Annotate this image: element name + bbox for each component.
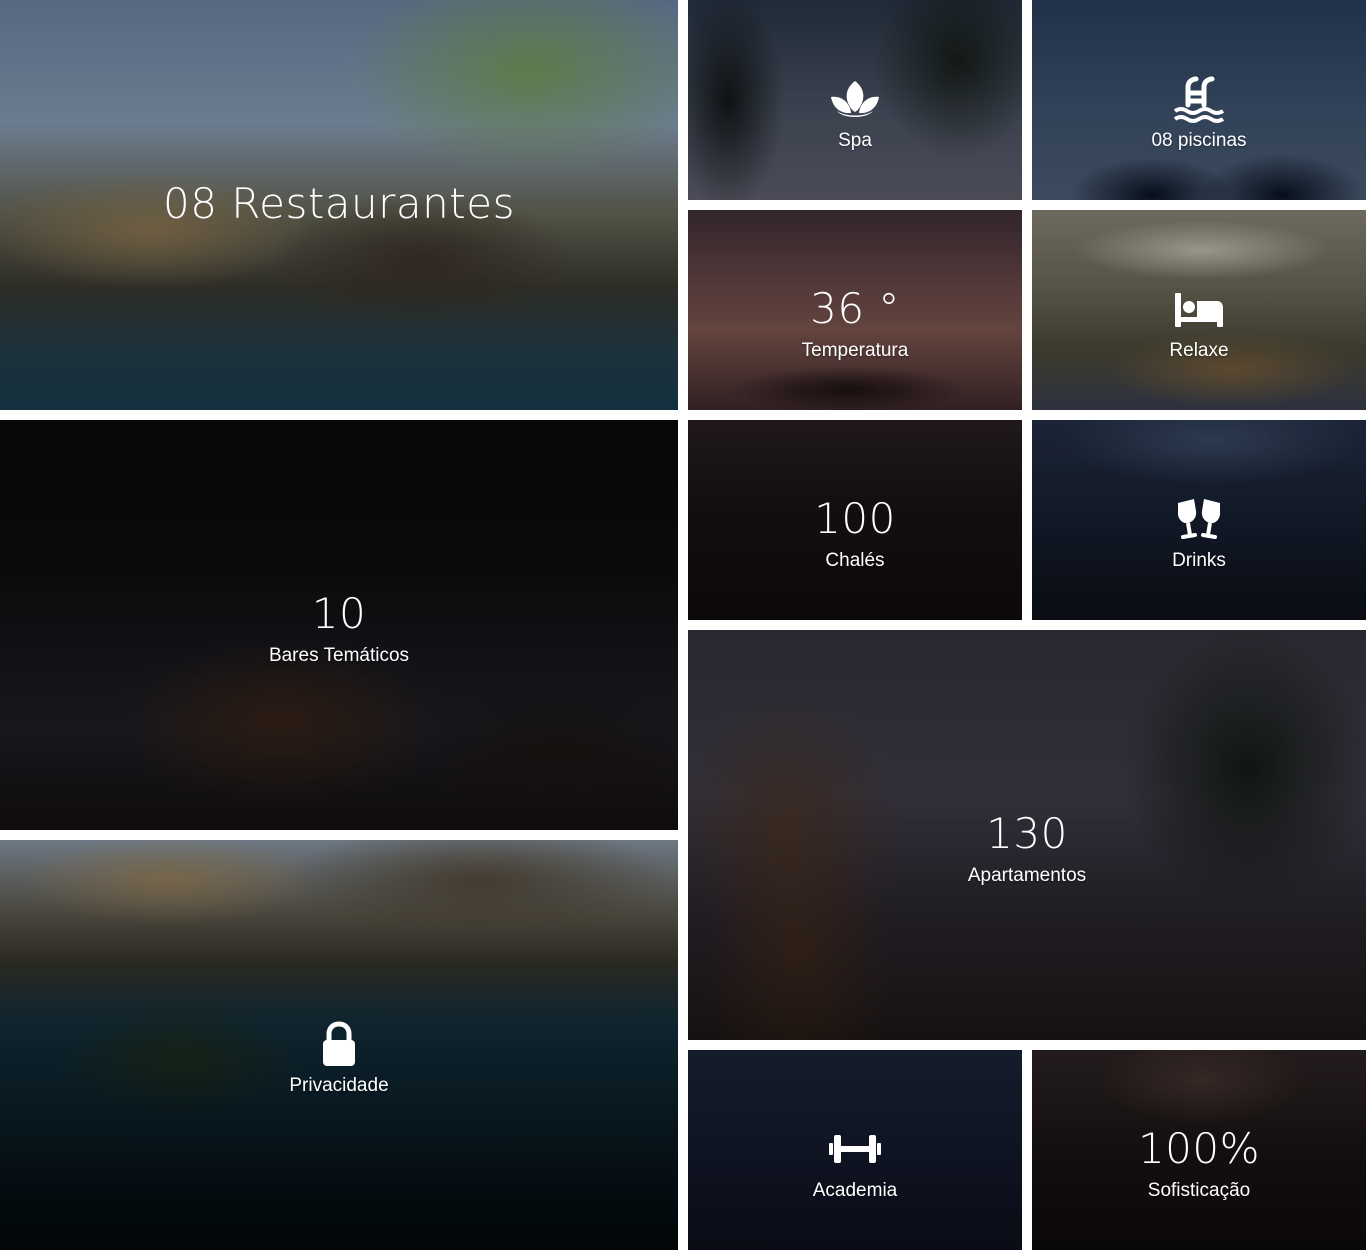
bares-label: Bares Temáticos [268,645,410,666]
piscinas-label: 08 piscinas [1151,130,1247,151]
lotus-icon [831,81,879,117]
tile-restaurantes[interactable]: 08 Restaurantes [0,0,678,410]
lock-icon [323,1021,355,1066]
dumbbell-icon [829,1135,881,1163]
tile-apartamentos[interactable]: 130 Apartamentos [688,630,1366,1040]
tile-spa[interactable]: Spa [688,0,1022,200]
temperatura-label: Temperatura [801,340,909,361]
tile-bares[interactable]: 10 Bares Temáticos [0,420,678,830]
pool-icon [1173,76,1225,123]
tile-piscinas[interactable]: 08 piscinas [1032,0,1366,200]
bed-icon [1175,293,1223,327]
sofisticacao-label: Sofisticação [1147,1180,1251,1201]
chales-label: Chalés [825,550,885,571]
bares-value: 10 [311,589,367,638]
tile-chales[interactable]: 100 Chalés [688,420,1022,620]
academia-label: Academia [812,1180,898,1201]
chales-value: 100 [814,494,896,543]
sofisticacao-value: 100% [1137,1124,1261,1173]
apartamentos-label: Apartamentos [967,865,1087,886]
glasses-cheers-icon [1178,499,1220,539]
spa-label: Spa [838,130,872,151]
relaxe-label: Relaxe [1169,340,1229,361]
temperatura-value: 36 ° [810,284,900,333]
apartamentos-value: 130 [986,809,1068,858]
drinks-label: Drinks [1172,550,1226,571]
tile-privacidade[interactable]: Privacidade [0,840,678,1250]
restaurantes-value: 08 Restaurantes [163,179,515,228]
privacidade-label: Privacidade [289,1075,389,1096]
tile-relaxe[interactable]: Relaxe [1032,210,1366,410]
tile-drinks[interactable]: Drinks [1032,420,1366,620]
tile-sofisticacao[interactable]: 100% Sofisticação [1032,1050,1366,1250]
tile-academia[interactable]: Academia [688,1050,1022,1250]
tile-temperatura[interactable]: 36 ° Temperatura [688,210,1022,410]
